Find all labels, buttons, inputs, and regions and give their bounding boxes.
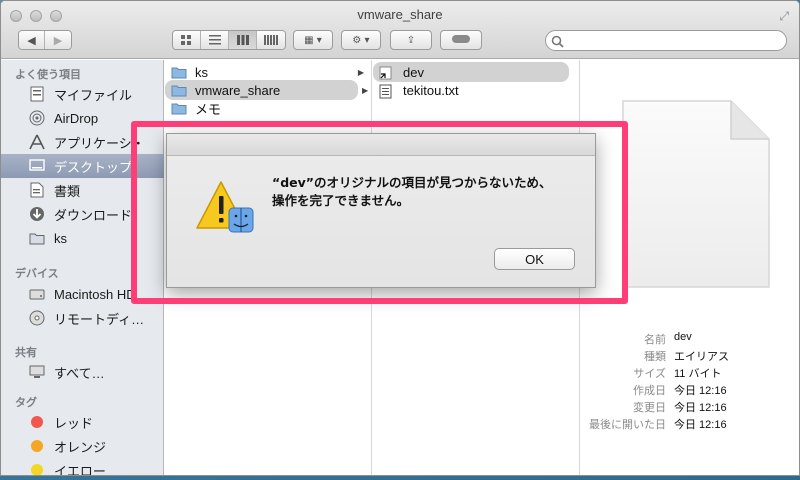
share-button[interactable]: ⇪ xyxy=(390,30,432,50)
sidebar-item-tag-yellow[interactable]: イエロー xyxy=(1,458,164,476)
disclosure-arrow-icon: ▶ xyxy=(357,67,364,77)
info-value-kind: エイリアス xyxy=(674,351,729,363)
window-title: vmware_share xyxy=(357,7,443,22)
alias-icon xyxy=(379,66,395,79)
info-key-last-opened: 最後に開いた日 xyxy=(589,419,666,431)
info-key-size: サイズ xyxy=(633,368,666,380)
sidebar-item-label: ks xyxy=(54,230,67,246)
item-label: メモ xyxy=(195,101,222,117)
action-button[interactable]: ⚙ ▾ xyxy=(341,30,381,50)
shared-heading: 共有 xyxy=(15,347,37,359)
desktop-icon xyxy=(28,158,46,174)
tag-orange-icon xyxy=(28,438,46,454)
documents-icon xyxy=(28,182,46,198)
sidebar-item-label: すべて… xyxy=(54,365,105,381)
icon-view-icon[interactable] xyxy=(173,31,201,49)
sidebar-item-label: AirDrop xyxy=(54,110,99,126)
folder-icon xyxy=(28,230,46,246)
list-view-icon[interactable] xyxy=(201,31,229,49)
sidebar-item-label: レッド xyxy=(54,415,94,431)
hard-drive-icon xyxy=(28,286,46,302)
tag-icon xyxy=(452,34,470,46)
share-icon: ⇪ xyxy=(406,34,416,46)
info-value-created: 今日 12:16 xyxy=(674,385,727,397)
arrange-icon: ▦ ▾ xyxy=(304,34,322,46)
finder-window: vmware_share ⤢ ◀ ▶ ▦ ▾ ⚙ ▾ ⇪ よく使う項目 マイファ… xyxy=(0,0,800,476)
search-icon xyxy=(551,33,564,52)
item-label: tekitou.txt xyxy=(403,82,459,98)
favorites-heading: よく使う項目 xyxy=(15,69,81,81)
info-value-name: dev xyxy=(674,331,692,343)
coverflow-view-icon[interactable] xyxy=(257,31,285,49)
back-forward-buttons: ◀ ▶ xyxy=(18,30,72,50)
list-item-dev[interactable]: dev xyxy=(373,62,569,82)
annotation-highlight-box xyxy=(131,121,628,304)
sidebar-item-label: ダウンロード xyxy=(54,207,133,223)
sidebar-item-all-shared[interactable]: すべて… xyxy=(1,360,164,384)
all-my-files-icon xyxy=(28,86,46,102)
info-key-name: 名前 xyxy=(644,334,666,346)
sidebar-item-label: オレンジ xyxy=(54,439,107,455)
chevron-left-icon[interactable]: ◀ xyxy=(19,31,46,49)
title-bar: vmware_share ⤢ ◀ ▶ ▦ ▾ ⚙ ▾ ⇪ xyxy=(1,1,799,59)
sidebar-item-remote-disc[interactable]: リモートディ… xyxy=(1,306,164,330)
sidebar-item-label: 書類 xyxy=(54,183,81,199)
fullscreen-icon[interactable]: ⤢ xyxy=(779,9,789,24)
list-item-ks[interactable]: ks ▶ xyxy=(165,62,370,82)
sidebar-item-tag-red[interactable]: レッド xyxy=(1,410,164,434)
text-file-icon xyxy=(379,84,395,98)
gear-icon: ⚙ ▾ xyxy=(352,34,370,46)
arrange-button[interactable]: ▦ ▾ xyxy=(293,30,333,50)
sidebar-item-label: リモートディ… xyxy=(54,311,145,327)
devices-heading: デバイス xyxy=(15,268,59,280)
view-mode-buttons xyxy=(172,30,286,50)
list-item-vmware-share[interactable]: vmware_share xyxy=(165,80,358,100)
search-field[interactable] xyxy=(545,30,787,51)
airdrop-icon xyxy=(28,110,46,126)
info-key-kind: 種類 xyxy=(644,351,666,363)
info-value-modified: 今日 12:16 xyxy=(674,402,727,414)
sidebar-item-label: Macintosh HD xyxy=(54,286,136,302)
folder-icon xyxy=(171,102,187,115)
tags-button[interactable] xyxy=(440,30,482,50)
sidebar-item-all-my-files[interactable]: マイファイル xyxy=(1,82,164,106)
sidebar-item-label: マイファイル xyxy=(54,87,133,103)
item-label: ks xyxy=(195,64,208,80)
list-item-memo[interactable]: メモ xyxy=(165,98,370,118)
downloads-icon xyxy=(28,206,46,222)
info-value-size: 11 バイト xyxy=(674,368,722,380)
list-item-tekitou[interactable]: tekitou.txt xyxy=(373,80,578,100)
tags-heading: タグ xyxy=(15,397,37,409)
tag-red-icon xyxy=(28,414,46,430)
info-key-created: 作成日 xyxy=(633,385,666,397)
tag-yellow-icon xyxy=(28,462,46,475)
info-value-last-opened: 今日 12:16 xyxy=(674,419,727,431)
sidebar-item-label: デスクトップ xyxy=(54,159,133,175)
item-label: vmware_share xyxy=(195,82,281,98)
info-key-modified: 変更日 xyxy=(633,402,666,414)
column-view-icon[interactable] xyxy=(229,31,257,49)
remote-disc-icon xyxy=(28,310,46,326)
sidebar-item-label: イエロー xyxy=(54,463,106,476)
chevron-right-icon[interactable]: ▶ xyxy=(45,31,71,49)
disclosure-arrow-icon: ▶ xyxy=(362,86,369,95)
applications-icon xyxy=(28,134,46,150)
item-label: dev xyxy=(403,64,424,80)
folder-icon xyxy=(171,84,187,97)
network-icon xyxy=(28,364,46,380)
folder-icon xyxy=(171,66,187,79)
sidebar-item-tag-orange[interactable]: オレンジ xyxy=(1,434,164,458)
document-preview-icon xyxy=(621,99,771,293)
